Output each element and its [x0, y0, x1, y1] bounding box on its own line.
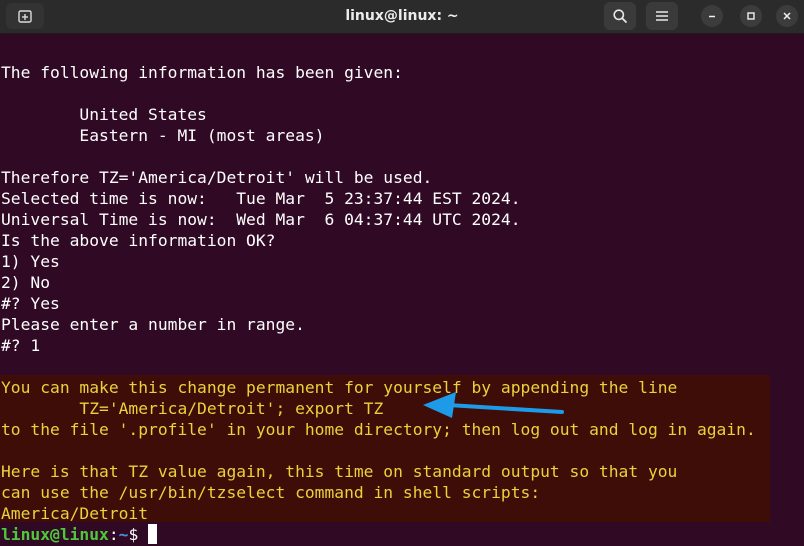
new-tab-icon: [18, 10, 32, 23]
output-line: 1) Yes: [1, 252, 60, 271]
window-title: linux@linux: ~: [345, 8, 459, 24]
output-line: Is the above information OK?: [1, 231, 276, 250]
close-button[interactable]: [776, 5, 798, 27]
highlighted-line: TZ='America/Detroit'; export TZ: [1, 399, 384, 418]
maximize-button[interactable]: [740, 5, 762, 27]
highlighted-line: America/Detroit: [1, 504, 149, 523]
output-line: Selected time is now: Tue Mar 5 23:37:44…: [1, 189, 521, 208]
output-line: Please enter a number in range.: [1, 315, 305, 334]
output-line: 2) No: [1, 273, 51, 292]
text-cursor: [148, 524, 158, 544]
menu-button[interactable]: [646, 2, 678, 30]
output-line: #? 1: [1, 336, 41, 355]
close-icon: [783, 12, 791, 20]
output-line: The following information has been given…: [1, 63, 403, 82]
highlighted-line: can use the /usr/bin/tzselect command in…: [1, 483, 541, 502]
shell-prompt[interactable]: linux@linux:~$: [1, 524, 158, 545]
output-line: Therefore TZ='America/Detroit' will be u…: [1, 168, 433, 187]
maximize-icon: [747, 12, 755, 20]
output-line: #? Yes: [1, 294, 60, 313]
prompt-path: ~: [118, 525, 129, 544]
new-tab-button[interactable]: [6, 3, 44, 29]
hamburger-menu-icon: [656, 11, 668, 21]
minimize-button[interactable]: [701, 5, 723, 27]
search-icon: [613, 9, 627, 23]
highlighted-line: to the file '.profile' in your home dire…: [1, 420, 756, 439]
output-line: United States: [1, 105, 207, 124]
highlighted-line: Here is that TZ value again, this time o…: [1, 462, 678, 481]
prompt-user: linux@linux: [1, 525, 109, 544]
prompt-symbol: $: [128, 525, 149, 544]
terminal-window: linux@linux: ~ The following information…: [0, 0, 804, 546]
search-button[interactable]: [604, 2, 636, 30]
output-line: Eastern - MI (most areas): [1, 126, 325, 145]
terminal-output[interactable]: The following information has been given…: [0, 34, 804, 546]
output-line: Universal Time is now: Wed Mar 6 04:37:4…: [1, 210, 521, 229]
title-bar: linux@linux: ~: [0, 0, 804, 34]
prompt-colon: :: [108, 525, 119, 544]
highlighted-line: You can make this change permanent for y…: [1, 378, 678, 397]
minimize-icon: [709, 15, 715, 18]
